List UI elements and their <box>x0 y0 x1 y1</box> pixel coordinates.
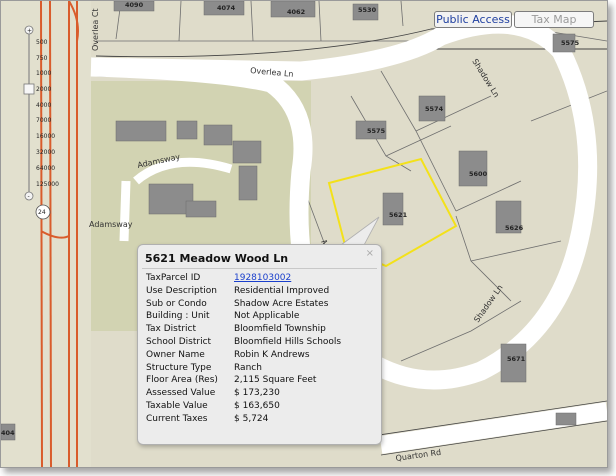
field-value: $ 173,230 <box>234 388 280 399</box>
field-label: Assessed Value <box>146 388 216 399</box>
field-label: Floor Area (Res) <box>146 375 218 386</box>
scale-label: 1000 <box>36 70 51 77</box>
field-row: Building : Unit Not Applicable <box>146 310 341 323</box>
field-label: School District <box>146 336 212 347</box>
scale-label: 64000 <box>36 165 55 172</box>
field-value: 2,115 Square Feet <box>234 375 317 386</box>
address-label: 4074 <box>217 4 236 12</box>
field-value: Not Applicable <box>234 311 300 322</box>
scale-label: 4000 <box>36 102 51 109</box>
field-row: Owner Name Robin K Andrews <box>146 349 341 362</box>
field-value: $ 5,724 <box>234 413 269 424</box>
popup-divider <box>142 268 377 269</box>
road-label-adamsway-left: Adamsway <box>89 220 133 229</box>
field-value: Bloomfield Township <box>234 324 326 335</box>
field-value: Residential Improved <box>234 285 330 296</box>
scale-label: 2000 <box>36 86 51 93</box>
tax-map-button[interactable]: Tax Map <box>514 11 594 28</box>
zoom-thumb[interactable] <box>23 83 35 95</box>
field-row: TaxParcel ID 1928103002 <box>146 272 341 285</box>
address-label: 4062 <box>287 8 305 16</box>
field-row: Structure Type Ranch <box>146 362 341 375</box>
svg-text:-: - <box>28 194 30 201</box>
field-row: Use Description Residential Improved <box>146 285 341 298</box>
field-label: TaxParcel ID <box>146 273 201 283</box>
popup-fields: TaxParcel ID 1928103002 Use Description Re… <box>146 272 341 426</box>
popup-title: 5621 Meadow Wood Ln <box>145 252 289 265</box>
address-label: 5671 <box>507 355 526 363</box>
close-icon[interactable]: × <box>366 248 374 259</box>
field-row: Assessed Value $ 173,230 <box>146 387 341 400</box>
scale-label: 32000 <box>36 149 55 156</box>
field-value: Bloomfield Hills Schools <box>234 336 342 347</box>
svg-text:+: + <box>27 28 32 35</box>
scale-label: 750 <box>36 55 48 62</box>
field-label: Structure Type <box>146 362 212 373</box>
address-label: 4090 <box>125 1 144 9</box>
field-value: Robin K Andrews <box>234 349 310 360</box>
parcel-info-popup: 5621 Meadow Wood Ln × TaxParcel ID 192810… <box>137 244 382 445</box>
field-value: $ 163,650 <box>234 400 280 411</box>
field-row: Sub or Condo Shadow Acre Estates <box>146 298 341 311</box>
adamsway-stub <box>119 180 131 242</box>
map-window: + - 24 500 750 1000 2000 4000 7000 16000… <box>0 0 608 468</box>
address-label: 404 <box>1 429 15 437</box>
field-row: Tax District Bloomfield Township <box>146 323 341 336</box>
field-row: Taxable Value $ 163,650 <box>146 400 341 413</box>
address-label: 5626 <box>505 224 524 232</box>
scale-label: 16000 <box>36 133 55 140</box>
scale-label: 125000 <box>36 181 59 188</box>
field-row: Current Taxes $ 5,724 <box>146 413 341 426</box>
field-label: Current Taxes <box>146 413 208 424</box>
scale-label: 7000 <box>36 117 51 124</box>
field-label: Sub or Condo <box>146 298 207 309</box>
address-label: 5621 <box>389 211 408 219</box>
field-label: Use Description <box>146 285 217 296</box>
road-label-overlea-ct: Overlea Ct <box>91 8 100 51</box>
address-label: 5600 <box>469 170 488 178</box>
zoom-level-text: 24 <box>38 209 46 216</box>
field-label: Tax District <box>146 324 197 335</box>
public-access-button[interactable]: Public Access <box>434 11 512 28</box>
field-value: Shadow Acre Estates <box>234 298 329 309</box>
field-row: Floor Area (Res) 2,115 Square Feet <box>146 374 341 387</box>
tax-parcel-id-link[interactable]: 1928103002 <box>234 272 291 285</box>
field-label: Taxable Value <box>146 400 208 411</box>
field-label: Building : Unit <box>146 311 210 322</box>
address-label: 5575 <box>561 39 580 47</box>
field-row: School District Bloomfield Hills Schools <box>146 336 341 349</box>
field-label: Owner Name <box>146 349 205 360</box>
scale-label: 500 <box>36 39 48 46</box>
address-label: 5530 <box>358 6 377 14</box>
address-label: 5574 <box>425 105 444 113</box>
address-label: 5575 <box>367 127 386 135</box>
field-value: Ranch <box>234 362 262 373</box>
